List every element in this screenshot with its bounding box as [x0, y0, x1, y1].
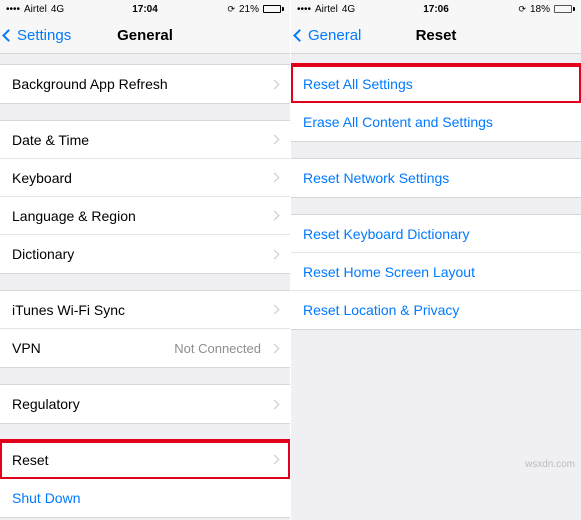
row-reset-keyboard-dictionary[interactable]: Reset Keyboard Dictionary	[291, 215, 581, 253]
row-shut-down[interactable]: Shut Down	[0, 479, 290, 517]
status-bar: •••• Airtel 4G 17:04 ⟳ 21%	[0, 0, 290, 18]
battery-icon	[554, 5, 575, 13]
row-language-region[interactable]: Language & Region	[0, 197, 290, 235]
row-label: Dictionary	[12, 246, 74, 262]
settings-group: Reset Network Settings	[291, 158, 581, 198]
row-erase-all-content-and-settings[interactable]: Erase All Content and Settings	[291, 103, 581, 141]
back-button[interactable]: General	[291, 27, 361, 44]
chevron-right-icon	[270, 455, 280, 465]
clock: 17:04	[132, 4, 158, 15]
row-label: iTunes Wi-Fi Sync	[12, 302, 125, 318]
row-label: Shut Down	[12, 490, 80, 506]
chevron-right-icon	[270, 79, 280, 89]
signal-icon: ••••	[6, 4, 20, 15]
chevron-right-icon	[270, 135, 280, 145]
screen-reset: •••• Airtel 4G 17:06 ⟳ 18% General Reset…	[291, 0, 581, 520]
row-itunes-wi-fi-sync[interactable]: iTunes Wi-Fi Sync	[0, 291, 290, 329]
row-label: Reset All Settings	[303, 76, 413, 92]
chevron-right-icon	[270, 399, 280, 409]
network-label: 4G	[51, 4, 64, 15]
row-reset-all-settings[interactable]: Reset All Settings	[291, 65, 581, 103]
settings-list-general: Background App Refresh Date & Time Keyboar…	[0, 54, 290, 518]
settings-group: iTunes Wi-Fi Sync VPN Not Connected	[0, 290, 290, 368]
back-label: General	[308, 27, 361, 44]
battery-icon	[263, 5, 284, 13]
row-label: Regulatory	[12, 396, 80, 412]
battery-percent: 18%	[530, 4, 550, 15]
status-bar: •••• Airtel 4G 17:06 ⟳ 18%	[291, 0, 581, 18]
chevron-right-icon	[270, 343, 280, 353]
row-detail: Not Connected	[174, 341, 261, 356]
row-label: Erase All Content and Settings	[303, 114, 493, 130]
network-label: 4G	[342, 4, 355, 15]
settings-group: Reset Shut Down	[0, 440, 290, 518]
row-label: VPN	[12, 340, 41, 356]
chevron-left-icon	[293, 29, 306, 42]
row-label: Language & Region	[12, 208, 136, 224]
watermark: wsxdn.com	[525, 459, 575, 470]
orientation-lock-icon: ⟳	[518, 4, 526, 15]
settings-group: Reset Keyboard Dictionary Reset Home Scre…	[291, 214, 581, 330]
settings-group: Background App Refresh	[0, 64, 290, 104]
signal-icon: ••••	[297, 4, 311, 15]
orientation-lock-icon: ⟳	[227, 4, 235, 15]
row-dictionary[interactable]: Dictionary	[0, 235, 290, 273]
chevron-right-icon	[270, 211, 280, 221]
row-reset-location-privacy[interactable]: Reset Location & Privacy	[291, 291, 581, 329]
row-label: Reset Home Screen Layout	[303, 264, 475, 280]
nav-bar: General Reset	[291, 18, 581, 54]
page-title: General	[117, 27, 173, 44]
settings-group: Reset All Settings Erase All Content and …	[291, 64, 581, 142]
row-reset-network-settings[interactable]: Reset Network Settings	[291, 159, 581, 197]
nav-bar: Settings General	[0, 18, 290, 54]
row-label: Keyboard	[12, 170, 72, 186]
row-label: Reset Location & Privacy	[303, 302, 459, 318]
row-vpn[interactable]: VPN Not Connected	[0, 329, 290, 367]
page-title: Reset	[416, 27, 457, 44]
row-background-app-refresh[interactable]: Background App Refresh	[0, 65, 290, 103]
row-label: Reset	[12, 452, 49, 468]
screen-general: •••• Airtel 4G 17:04 ⟳ 21% Settings Gene…	[0, 0, 290, 520]
row-label: Reset Keyboard Dictionary	[303, 226, 470, 242]
row-regulatory[interactable]: Regulatory	[0, 385, 290, 423]
chevron-right-icon	[270, 305, 280, 315]
settings-group: Regulatory	[0, 384, 290, 424]
chevron-right-icon	[270, 249, 280, 259]
back-label: Settings	[17, 27, 71, 44]
settings-list-reset: Reset All Settings Erase All Content and …	[291, 54, 581, 330]
carrier-label: Airtel	[24, 4, 47, 15]
carrier-label: Airtel	[315, 4, 338, 15]
chevron-right-icon	[270, 173, 280, 183]
back-button[interactable]: Settings	[0, 27, 71, 44]
clock: 17:06	[423, 4, 449, 15]
chevron-left-icon	[2, 29, 15, 42]
row-label: Background App Refresh	[12, 76, 168, 92]
settings-group: Date & Time Keyboard Language & Region Dict…	[0, 120, 290, 274]
battery-percent: 21%	[239, 4, 259, 15]
row-date-time[interactable]: Date & Time	[0, 121, 290, 159]
row-label: Reset Network Settings	[303, 170, 449, 186]
row-label: Date & Time	[12, 132, 89, 148]
row-keyboard[interactable]: Keyboard	[0, 159, 290, 197]
row-reset-home-screen-layout[interactable]: Reset Home Screen Layout	[291, 253, 581, 291]
row-reset[interactable]: Reset	[0, 441, 290, 479]
